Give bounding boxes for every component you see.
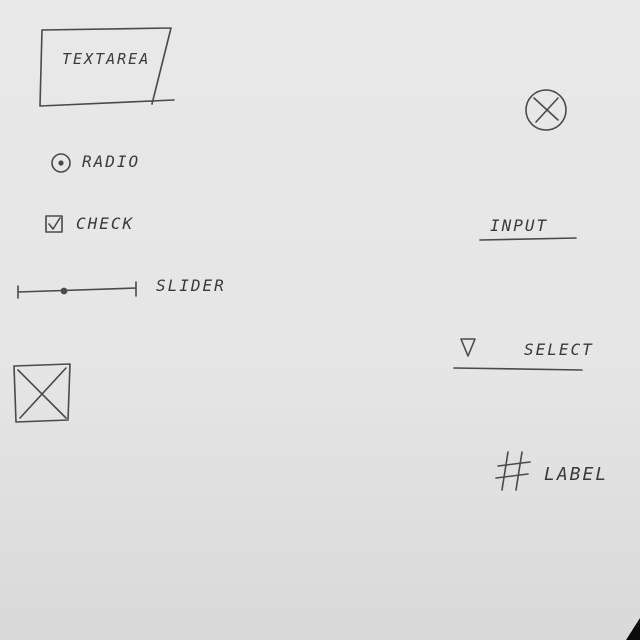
textarea-box[interactable] [34,26,184,116]
image-placeholder [13,363,71,423]
textarea-label: TEXTAREA [62,50,151,68]
input-label: INPUT [490,216,549,235]
select-label: SELECT [524,340,594,359]
select-field[interactable] [450,362,590,374]
checkbox[interactable] [44,214,66,236]
slider-label: SLIDER [156,276,226,295]
select-arrow-icon[interactable] [458,336,480,362]
checkbox-label: CHECK [76,214,135,233]
hash-icon [495,451,531,491]
input-field[interactable] [476,234,586,246]
radio-label: RADIO [82,152,141,171]
label-text: LABEL [544,464,609,485]
radio-button[interactable] [50,152,74,176]
paper-sheet: TEXTAREA RADIO CHECK SLIDER INPUT SELECT [0,0,640,640]
slider-track[interactable] [14,276,144,306]
close-icon[interactable] [520,84,572,136]
